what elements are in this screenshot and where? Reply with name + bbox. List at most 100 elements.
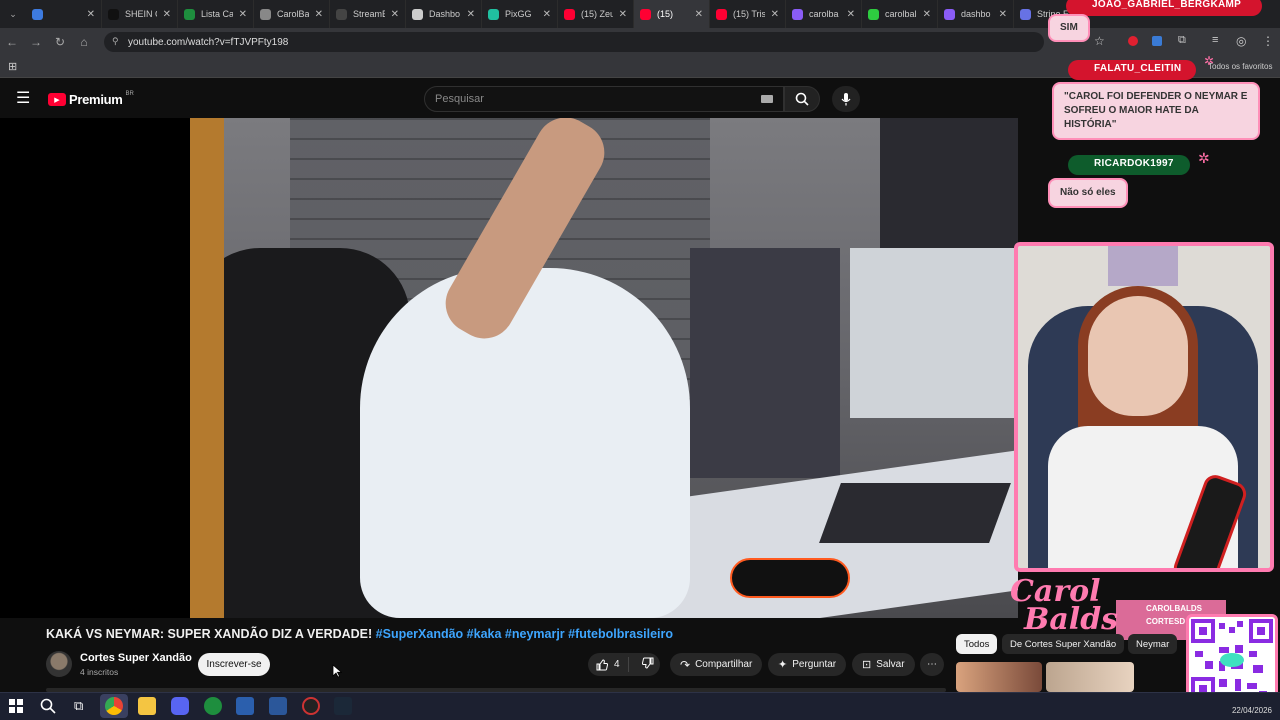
tab-label: (15) xyxy=(657,9,674,19)
extension-icon[interactable] xyxy=(1152,36,1162,46)
all-bookmarks-link[interactable]: Todos os favoritos xyxy=(1208,62,1272,71)
reload-icon[interactable]: ↻ xyxy=(48,35,72,49)
chat-username: JOAO_GABRIEL_BERGKAMP xyxy=(1066,0,1262,16)
voice-search-button[interactable] xyxy=(832,86,860,112)
chip-neymar[interactable]: Neymar xyxy=(1128,634,1178,654)
subscriber-count: 4 inscritos xyxy=(80,667,119,677)
sparkle-icon: ✲ xyxy=(1198,150,1210,166)
share-icon: ↷ xyxy=(680,657,691,672)
media-control-icon[interactable]: ≡ xyxy=(1212,34,1218,46)
tab-close-icon[interactable]: ✕ xyxy=(999,9,1007,20)
browser-tab[interactable]: carolba ✕ xyxy=(786,0,862,28)
related-video-thumbnail[interactable] xyxy=(956,662,1042,692)
steam-icon[interactable] xyxy=(334,697,352,715)
discord-icon[interactable] xyxy=(171,697,189,715)
thumbs-down-icon xyxy=(641,657,654,669)
taskbar-search-icon[interactable] xyxy=(40,698,56,714)
tab-favicon-icon xyxy=(412,8,423,20)
browser-tab[interactable]: (15) Zeu ✕ xyxy=(558,0,634,28)
channel-avatar[interactable] xyxy=(46,651,72,677)
tab-close-icon[interactable]: ✕ xyxy=(163,9,171,20)
tab-label: carolbal xyxy=(885,9,917,19)
tab-close-icon[interactable]: ✕ xyxy=(923,9,931,20)
subscribe-button[interactable]: Inscrever-se xyxy=(198,653,270,676)
browser-tab[interactable]: SHEIN C ✕ xyxy=(102,0,178,28)
ask-button[interactable]: ✦ Perguntar xyxy=(768,653,847,676)
browser-menu-icon[interactable]: ⋮ xyxy=(1262,34,1274,48)
tab-favicon-icon xyxy=(640,8,651,20)
bookmark-star-icon[interactable]: ☆ xyxy=(1094,34,1105,48)
dislike-button[interactable] xyxy=(634,657,662,672)
tab-favicon-icon xyxy=(32,8,43,20)
search-icon xyxy=(795,92,809,106)
tab-close-icon[interactable]: ✕ xyxy=(847,9,855,20)
obs-icon[interactable] xyxy=(302,697,320,715)
home-icon[interactable]: ⌂ xyxy=(72,35,96,49)
tab-close-icon[interactable]: ✕ xyxy=(87,9,95,20)
url-input[interactable]: ⚲ youtube.com/watch?v=fTJVPFty198 xyxy=(104,32,1044,52)
tab-close-icon[interactable]: ✕ xyxy=(239,9,247,20)
windows-start-icon[interactable] xyxy=(9,699,23,713)
keyboard-icon[interactable] xyxy=(761,95,773,103)
related-video-thumbnail[interactable] xyxy=(1046,662,1134,692)
browser-tab[interactable]: CarolBal ✕ xyxy=(254,0,330,28)
browser-tab[interactable]: ✕ xyxy=(26,0,102,28)
more-actions-button[interactable]: ⋯ xyxy=(920,653,944,676)
video-title: KAKÁ VS NEYMAR: SUPER XANDÃO DIZ A VERDA… xyxy=(46,627,674,641)
chrome-icon[interactable] xyxy=(105,697,123,715)
back-icon[interactable]: ← xyxy=(0,35,24,49)
browser-tab[interactable]: StreamE ✕ xyxy=(330,0,406,28)
extension-icon[interactable] xyxy=(1128,36,1138,46)
tab-favicon-icon xyxy=(716,8,727,20)
tab-close-icon[interactable]: ✕ xyxy=(315,9,323,20)
hamburger-menu-icon[interactable]: ☰ xyxy=(16,88,30,108)
xbox-icon[interactable] xyxy=(204,697,222,715)
profile-icon[interactable]: ◎ xyxy=(1236,34,1246,48)
youtube-logo-text: Premium xyxy=(69,92,123,107)
video-player[interactable] xyxy=(0,118,1018,618)
browser-tab[interactable]: (15) ✕ xyxy=(634,0,710,28)
brand-logo: Carol Balds xyxy=(1010,574,1119,637)
tab-label: carolba xyxy=(809,9,839,19)
tab-label: dashbo xyxy=(961,9,991,19)
sparkle-icon: ✦ xyxy=(778,659,788,671)
browser-tab[interactable]: Lista Ca ✕ xyxy=(178,0,254,28)
streamer-facecam xyxy=(1014,242,1274,572)
youtube-logo[interactable]: ▶ Premium BR xyxy=(48,91,134,107)
tab-close-icon[interactable]: ✕ xyxy=(467,9,475,20)
browser-tab[interactable]: PixGG ✕ xyxy=(482,0,558,28)
browser-tab[interactable]: Dashbo ✕ xyxy=(406,0,482,28)
tab-favicon-icon xyxy=(868,8,879,20)
tab-favicon-icon xyxy=(108,8,119,20)
hashtags[interactable]: #SuperXandão #kaka #neymarjr #futebolbra… xyxy=(376,627,673,641)
browser-tab[interactable]: dashbo ✕ xyxy=(938,0,1014,28)
tab-close-icon[interactable]: ✕ xyxy=(771,9,779,20)
apps-grid-icon[interactable]: ⊞ xyxy=(8,60,17,73)
tab-favicon-icon xyxy=(488,8,499,20)
search-button[interactable] xyxy=(784,86,820,112)
security-shield-icon[interactable] xyxy=(236,697,254,715)
browser-tab[interactable]: carolbal ✕ xyxy=(862,0,938,28)
chip-all[interactable]: Todos xyxy=(956,634,998,654)
site-info-icon[interactable]: ⚲ xyxy=(112,36,119,47)
search-input[interactable]: Pesquisar xyxy=(424,86,784,112)
microphone-icon xyxy=(841,93,851,106)
chip-channel[interactable]: De Cortes Super Xandão xyxy=(1002,634,1124,654)
browser-tab[interactable]: (15) Tris ✕ xyxy=(710,0,786,28)
tab-close-icon[interactable]: ✕ xyxy=(695,9,703,20)
word-icon[interactable] xyxy=(269,697,287,715)
share-button[interactable]: ↷ Compartilhar xyxy=(670,653,763,676)
more-icon: ⋯ xyxy=(927,659,937,670)
like-button[interactable]: 4 xyxy=(588,657,629,672)
save-button[interactable]: ⊡ Salvar xyxy=(852,653,915,676)
tab-close-icon[interactable]: ✕ xyxy=(543,9,551,20)
tab-close-icon[interactable]: ✕ xyxy=(619,9,627,20)
file-explorer-icon[interactable] xyxy=(138,697,156,715)
forward-icon[interactable]: → xyxy=(24,35,48,49)
channel-name[interactable]: Cortes Super Xandão xyxy=(80,652,192,664)
task-view-icon[interactable]: ⧉ xyxy=(74,698,83,714)
tab-close-icon[interactable]: ✕ xyxy=(391,9,399,20)
tab-list-chevron-icon[interactable]: ⌄ xyxy=(0,9,26,20)
extensions-puzzle-icon[interactable]: ⧉ xyxy=(1178,34,1186,47)
tab-label: CarolBal xyxy=(277,9,309,19)
